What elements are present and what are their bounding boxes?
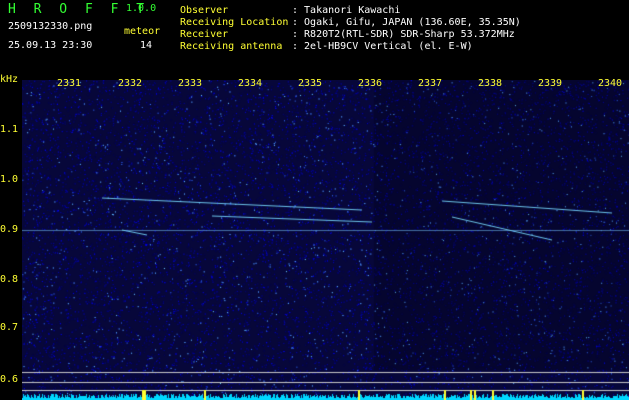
y-tick: 0.9 (0, 224, 19, 235)
meta-value-location: : Ogaki, Gifu, JAPAN (136.60E, 35.35N) (292, 17, 521, 28)
meta-value-observer: : Takanori Kawachi (292, 5, 401, 16)
y-tick: 0.8 (0, 274, 19, 285)
meteor-label: meteor (124, 26, 161, 37)
hrofft-screen: H R O F F T 1.0.0 2509132330.png 25.09.1… (0, 0, 629, 400)
y-tick: 1.0 (0, 174, 19, 185)
x-tick: 2333 (178, 78, 203, 89)
x-tick: 2338 (478, 78, 503, 89)
spectrogram (22, 80, 629, 400)
x-tick: 2339 (538, 78, 563, 89)
meteor-count: 14 (140, 40, 153, 51)
app-version: 1.0.0 (126, 3, 157, 14)
date-time: 25.09.13 23:30 (8, 40, 93, 51)
y-tick: 0.6 (0, 374, 19, 385)
x-tick: 2332 (118, 78, 143, 89)
meta-value-antenna: : 2el-HB9CV Vertical (el. E-W) (292, 41, 473, 52)
file-name: 2509132330.png (8, 21, 93, 32)
x-tick: 2340 (598, 78, 623, 89)
x-tick: 2336 (358, 78, 383, 89)
meta-key-location: Receiving Location (180, 17, 289, 28)
x-tick: 2337 (418, 78, 443, 89)
x-tick: 2331 (57, 78, 82, 89)
x-tick: 2335 (298, 78, 323, 89)
x-tick: 2334 (238, 78, 263, 89)
y-tick: 0.7 (0, 322, 19, 333)
y-tick: 1.1 (0, 124, 19, 135)
meta-value-receiver: : R820T2(RTL-SDR) SDR-Sharp 53.372MHz (292, 29, 515, 40)
meta-key-receiver: Receiver (180, 29, 229, 40)
y-axis-unit: kHz (0, 74, 19, 85)
meta-key-antenna: Receiving antenna (180, 41, 283, 52)
meta-key-observer: Observer (180, 5, 229, 16)
